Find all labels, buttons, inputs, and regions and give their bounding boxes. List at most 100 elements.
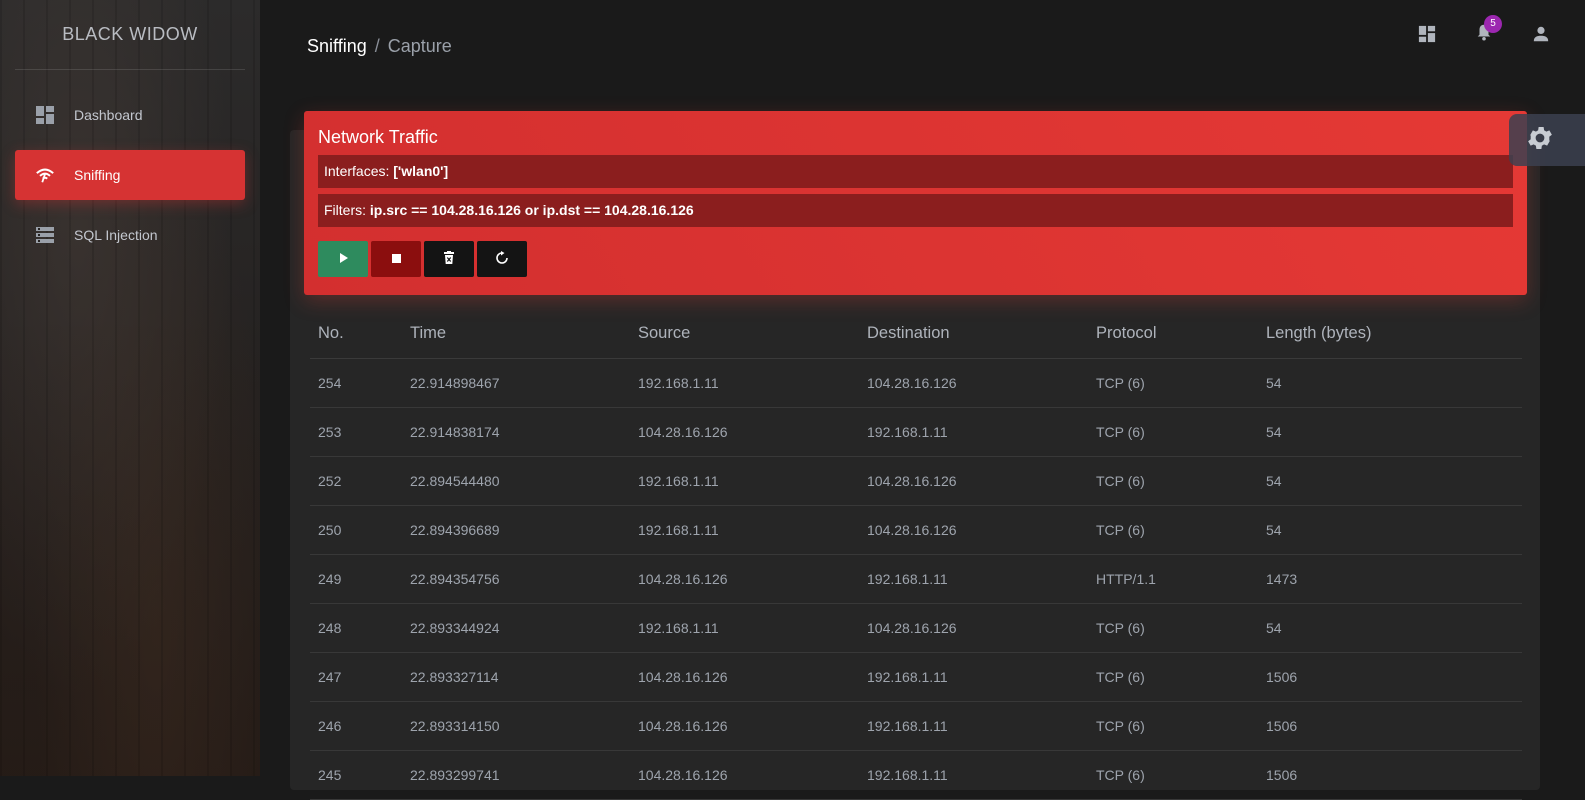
clear-capture-button[interactable]: [424, 241, 474, 277]
packet-destination-cell: 192.168.1.11: [859, 750, 1088, 800]
packet-destination-cell: 192.168.1.11: [859, 701, 1088, 751]
packet-no-cell: 253: [310, 407, 402, 457]
packet-rows: 254 22.914898467 192.168.1.11 104.28.16.126…: [310, 358, 1522, 800]
sidebar-item-dashboard[interactable]: Dashboard: [15, 90, 245, 140]
packet-length-cell: 1506: [1258, 652, 1522, 702]
packet-source-cell: 104.28.16.126: [630, 554, 859, 604]
table-row[interactable]: 247 22.893327114 104.28.16.126 192.168.1.11…: [310, 652, 1522, 702]
table-row[interactable]: 249 22.894354756 104.28.16.126 192.168.1.11…: [310, 554, 1522, 604]
packet-no-cell: 250: [310, 505, 402, 555]
table-row[interactable]: 248 22.893344924 192.168.1.11 104.28.16.126…: [310, 603, 1522, 653]
dashboard-icon[interactable]: [1417, 24, 1437, 44]
packet-time-cell: 22.893327114: [402, 652, 630, 702]
sidebar-item-label: SQL Injection: [74, 227, 158, 243]
refresh-icon: [495, 250, 509, 268]
filters-value: ip.src == 104.28.16.126 or ip.dst == 104…: [369, 202, 694, 218]
packet-length-cell: 54: [1258, 505, 1522, 555]
table-row[interactable]: 245 22.893299741 104.28.16.126 192.168.1.11…: [310, 750, 1522, 800]
packet-protocol-cell: TCP (6): [1088, 750, 1258, 800]
column-header-destination[interactable]: Destination: [859, 308, 1088, 359]
interfaces-label: Interfaces:: [324, 163, 390, 179]
packet-destination-cell: 192.168.1.11: [859, 407, 1088, 457]
notifications-button[interactable]: 5: [1474, 15, 1502, 44]
table-row[interactable]: 252 22.894544480 192.168.1.11 104.28.16.126…: [310, 456, 1522, 506]
packet-protocol-cell: HTTP/1.1: [1088, 554, 1258, 604]
filters-label: Filters:: [324, 202, 366, 218]
sidebar-item-sniffing[interactable]: Sniffing: [15, 150, 245, 200]
interfaces-value: ['wlan0']: [393, 163, 449, 179]
packet-destination-cell: 104.28.16.126: [859, 603, 1088, 653]
packet-time-cell: 22.893344924: [402, 603, 630, 653]
packet-time-cell: 22.914898467: [402, 358, 630, 408]
sidebar-item-label: Sniffing: [74, 167, 121, 183]
packet-time-cell: 22.894396689: [402, 505, 630, 555]
breadcrumb: Sniffing / Capture: [307, 36, 452, 57]
packet-no-cell: 245: [310, 750, 402, 800]
packet-time-cell: 22.894544480: [402, 456, 630, 506]
packet-source-cell: 104.28.16.126: [630, 407, 859, 457]
packet-no-cell: 252: [310, 456, 402, 506]
packet-source-cell: 104.28.16.126: [630, 701, 859, 751]
packet-length-cell: 1506: [1258, 701, 1522, 751]
packet-length-cell: 54: [1258, 456, 1522, 506]
card-title: Network Traffic: [318, 127, 438, 147]
packet-protocol-cell: TCP (6): [1088, 652, 1258, 702]
packet-destination-cell: 192.168.1.11: [859, 652, 1088, 702]
interfaces-bar: Interfaces: ['wlan0']: [318, 155, 1513, 188]
packet-protocol-cell: TCP (6): [1088, 358, 1258, 408]
filters-bar: Filters: ip.src == 104.28.16.126 or ip.d…: [318, 194, 1513, 227]
packet-source-cell: 104.28.16.126: [630, 652, 859, 702]
sidebar-nav: Dashboard Sniffing SQL Injection: [0, 90, 260, 260]
packet-length-cell: 1506: [1258, 750, 1522, 800]
notification-badge: 5: [1484, 15, 1502, 33]
packet-source-cell: 192.168.1.11: [630, 456, 859, 506]
packet-source-cell: 192.168.1.11: [630, 603, 859, 653]
packet-destination-cell: 104.28.16.126: [859, 505, 1088, 555]
packet-no-cell: 254: [310, 358, 402, 408]
dashboard-icon: [35, 105, 55, 125]
packet-protocol-cell: TCP (6): [1088, 407, 1258, 457]
table-row[interactable]: 254 22.914898467 192.168.1.11 104.28.16.126…: [310, 358, 1522, 408]
breadcrumb-item-sniffing[interactable]: Sniffing: [307, 36, 367, 56]
wifi-icon: [35, 165, 55, 185]
packet-no-cell: 246: [310, 701, 402, 751]
packet-length-cell: 54: [1258, 407, 1522, 457]
packet-source-cell: 104.28.16.126: [630, 750, 859, 800]
trash-icon: [443, 250, 455, 268]
packet-length-cell: 54: [1258, 358, 1522, 408]
column-header-no[interactable]: No.: [310, 308, 402, 359]
database-icon: [35, 225, 55, 245]
start-capture-button[interactable]: [318, 241, 368, 277]
refresh-button[interactable]: [477, 241, 527, 277]
packet-no-cell: 248: [310, 603, 402, 653]
column-header-time[interactable]: Time: [402, 308, 630, 359]
packet-destination-cell: 104.28.16.126: [859, 358, 1088, 408]
packet-length-cell: 54: [1258, 603, 1522, 653]
settings-toggle[interactable]: [1509, 114, 1585, 166]
play-icon: [337, 252, 349, 267]
sidebar-item-label: Dashboard: [74, 107, 143, 123]
capture-card-header: Network Traffic Interfaces: ['wlan0'] Fi…: [304, 111, 1527, 295]
column-header-protocol[interactable]: Protocol: [1088, 308, 1258, 359]
packet-no-cell: 249: [310, 554, 402, 604]
packet-time-cell: 22.914838174: [402, 407, 630, 457]
packet-no-cell: 247: [310, 652, 402, 702]
packet-table: No. Time Source Destination Protocol Len…: [310, 308, 1522, 800]
user-icon[interactable]: [1531, 24, 1551, 44]
packet-destination-cell: 104.28.16.126: [859, 456, 1088, 506]
column-header-source[interactable]: Source: [630, 308, 859, 359]
packet-time-cell: 22.893299741: [402, 750, 630, 800]
packet-protocol-cell: TCP (6): [1088, 505, 1258, 555]
table-row[interactable]: 253 22.914838174 104.28.16.126 192.168.1.11…: [310, 407, 1522, 457]
sidebar-item-sql-injection[interactable]: SQL Injection: [15, 210, 245, 260]
column-header-length[interactable]: Length (bytes): [1258, 308, 1522, 359]
sidebar: BLACK WIDOW Dashboard Sniffing SQL Injec…: [0, 0, 260, 776]
packet-protocol-cell: TCP (6): [1088, 701, 1258, 751]
brand-title[interactable]: BLACK WIDOW: [15, 0, 245, 70]
breadcrumb-item-capture: Capture: [387, 36, 452, 56]
packet-source-cell: 192.168.1.11: [630, 358, 859, 408]
table-row[interactable]: 250 22.894396689 192.168.1.11 104.28.16.126…: [310, 505, 1522, 555]
packet-protocol-cell: TCP (6): [1088, 456, 1258, 506]
stop-capture-button[interactable]: [371, 241, 421, 277]
table-row[interactable]: 246 22.893314150 104.28.16.126 192.168.1.11…: [310, 701, 1522, 751]
